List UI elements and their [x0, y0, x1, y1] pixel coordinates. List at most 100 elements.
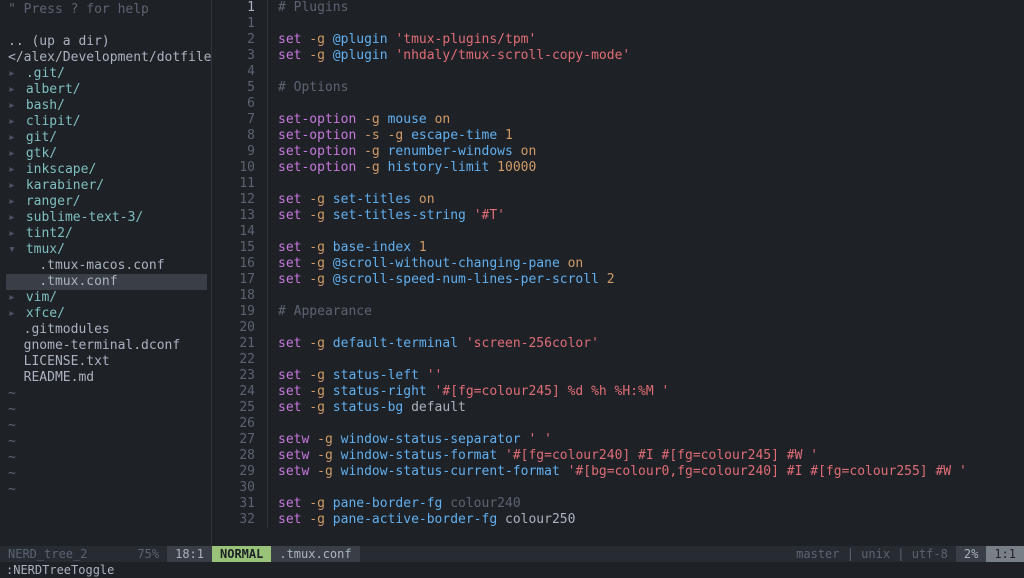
code-line[interactable]: 16set -g @scroll-without-changing-pane o…	[212, 256, 1024, 272]
code-line[interactable]: 23set -g status-left ''	[212, 368, 1024, 384]
code-line[interactable]: 1	[212, 16, 1024, 32]
chevron-right-icon[interactable]: ▸	[8, 210, 18, 226]
tree-dir-name: albert/	[26, 82, 81, 97]
token-opt: window-status-separator	[341, 432, 521, 447]
token-flag: -g	[309, 336, 325, 351]
chevron-right-icon[interactable]: ▸	[8, 82, 18, 98]
tree-file-name: .gitmodules	[24, 322, 110, 337]
chevron-right-icon[interactable]: ▸	[8, 226, 18, 242]
code-content	[268, 64, 278, 80]
tree-file[interactable]: LICENSE.txt	[6, 354, 207, 370]
code-line[interactable]: 9set-option -g renumber-windows on	[212, 144, 1024, 160]
tree-dir-name: tint2/	[26, 226, 73, 241]
code-line[interactable]: 2set -g @plugin 'tmux-plugins/tpm'	[212, 32, 1024, 48]
code-line[interactable]: 25set -g status-bg default	[212, 400, 1024, 416]
code-line[interactable]: 27setw -g window-status-separator ' '	[212, 432, 1024, 448]
token-flag: -g	[309, 496, 325, 511]
line-number: 17	[212, 272, 268, 288]
code-line[interactable]: 8set-option -s -g escape-time 1	[212, 128, 1024, 144]
code-line[interactable]: 22	[212, 352, 1024, 368]
tree-file[interactable]: .tmux-macos.conf	[6, 258, 207, 274]
code-line[interactable]: 5# Options	[212, 80, 1024, 96]
tree-file[interactable]: gnome-terminal.dconf	[6, 338, 207, 354]
code-line[interactable]: 24set -g status-right '#[fg=colour245] %…	[212, 384, 1024, 400]
chevron-right-icon[interactable]: ▸	[8, 162, 18, 178]
tree-dir[interactable]: ▸ tint2/	[6, 226, 207, 242]
tree-dir[interactable]: ▸ sublime-text-3/	[6, 210, 207, 226]
chevron-right-icon[interactable]: ▸	[8, 194, 18, 210]
editor-pane[interactable]: 1# Plugins12set -g @plugin 'tmux-plugins…	[212, 0, 1024, 546]
token-kw: set	[278, 208, 301, 223]
code-line[interactable]: 3set -g @plugin 'nhdaly/tmux-scroll-copy…	[212, 48, 1024, 64]
line-number: 32	[212, 512, 268, 528]
tree-dir[interactable]: ▸ clipit/	[6, 114, 207, 130]
token-kw: set	[278, 32, 301, 47]
nerdtree-up-dir[interactable]: .. (up a dir)	[6, 34, 207, 50]
code-content: set -g base-index 1	[268, 240, 427, 256]
code-line[interactable]: 13set -g set-titles-string '#T'	[212, 208, 1024, 224]
token-flag: -g	[388, 128, 404, 143]
chevron-right-icon[interactable]: ▸	[8, 146, 18, 162]
tree-file[interactable]: .tmux.conf	[6, 274, 207, 290]
tree-dir[interactable]: ▸ karabiner/	[6, 178, 207, 194]
token-bool: on	[568, 256, 584, 271]
vim-cmdline[interactable]: :NERDTreeToggle	[0, 562, 1024, 578]
code-line[interactable]: 14	[212, 224, 1024, 240]
token-flag: -g	[309, 384, 325, 399]
code-line[interactable]: 11	[212, 176, 1024, 192]
chevron-right-icon[interactable]: ▸	[8, 66, 18, 82]
code-line[interactable]: 18	[212, 288, 1024, 304]
tree-dir[interactable]: ▸ ranger/	[6, 194, 207, 210]
tree-dir[interactable]: ▸ vim/	[6, 290, 207, 306]
chevron-right-icon[interactable]: ▸	[8, 130, 18, 146]
token-flag: -g	[309, 256, 325, 271]
code-line[interactable]: 15set -g base-index 1	[212, 240, 1024, 256]
code-content: set-option -g mouse on	[268, 112, 450, 128]
code-line[interactable]: 7set-option -g mouse on	[212, 112, 1024, 128]
tree-dir-name: clipit/	[26, 114, 81, 129]
line-number: 8	[212, 128, 268, 144]
chevron-right-icon[interactable]: ▸	[8, 98, 18, 114]
code-line[interactable]: 12set -g set-titles on	[212, 192, 1024, 208]
code-line[interactable]: 32set -g pane-active-border-fg colour250	[212, 512, 1024, 528]
tree-dir[interactable]: ▸ bash/	[6, 98, 207, 114]
nerdtree-sidebar[interactable]: " Press ? for help .. (up a dir) </alex/…	[0, 0, 212, 546]
code-line[interactable]: 28setw -g window-status-format '#[fg=col…	[212, 448, 1024, 464]
tree-file[interactable]: .gitmodules	[6, 322, 207, 338]
chevron-right-icon[interactable]: ▸	[8, 178, 18, 194]
code-content: set -g status-left ''	[268, 368, 442, 384]
tree-dir-name: .git/	[26, 66, 65, 81]
code-line[interactable]: 6	[212, 96, 1024, 112]
chevron-right-icon[interactable]: ▸	[8, 290, 18, 306]
line-number: 22	[212, 352, 268, 368]
tree-dir[interactable]: ▸ gtk/	[6, 146, 207, 162]
line-number: 6	[212, 96, 268, 112]
code-line[interactable]: 21set -g default-terminal 'screen-256col…	[212, 336, 1024, 352]
chevron-right-icon[interactable]: ▸	[8, 306, 18, 322]
code-content	[268, 416, 278, 432]
code-line[interactable]: 26	[212, 416, 1024, 432]
code-line[interactable]: 31set -g pane-border-fg colour240	[212, 496, 1024, 512]
token-opt: @plugin	[333, 48, 388, 63]
tree-dir[interactable]: ▸ xfce/	[6, 306, 207, 322]
code-line[interactable]: 19# Appearance	[212, 304, 1024, 320]
nerdtree-cwd[interactable]: </alex/Development/dotfiles/	[6, 50, 207, 66]
code-line[interactable]: 4	[212, 64, 1024, 80]
tree-file[interactable]: README.md	[6, 370, 207, 386]
tree-dir[interactable]: ▸ albert/	[6, 82, 207, 98]
tree-dir[interactable]: ▸ .git/	[6, 66, 207, 82]
code-line[interactable]: 10set-option -g history-limit 10000	[212, 160, 1024, 176]
tree-dir[interactable]: ▾ tmux/	[6, 242, 207, 258]
code-line[interactable]: 30	[212, 480, 1024, 496]
code-line[interactable]: 29setw -g window-status-current-format '…	[212, 464, 1024, 480]
line-number: 10	[212, 160, 268, 176]
code-line[interactable]: 17set -g @scroll-speed-num-lines-per-scr…	[212, 272, 1024, 288]
chevron-down-icon[interactable]: ▾	[8, 242, 18, 258]
tree-dir[interactable]: ▸ git/	[6, 130, 207, 146]
chevron-right-icon[interactable]: ▸	[8, 114, 18, 130]
tree-dir[interactable]: ▸ inkscape/	[6, 162, 207, 178]
code-line[interactable]: 20	[212, 320, 1024, 336]
line-number: 20	[212, 320, 268, 336]
code-content: set -g @plugin 'nhdaly/tmux-scroll-copy-…	[268, 48, 630, 64]
token-comment: colour240	[450, 496, 520, 511]
